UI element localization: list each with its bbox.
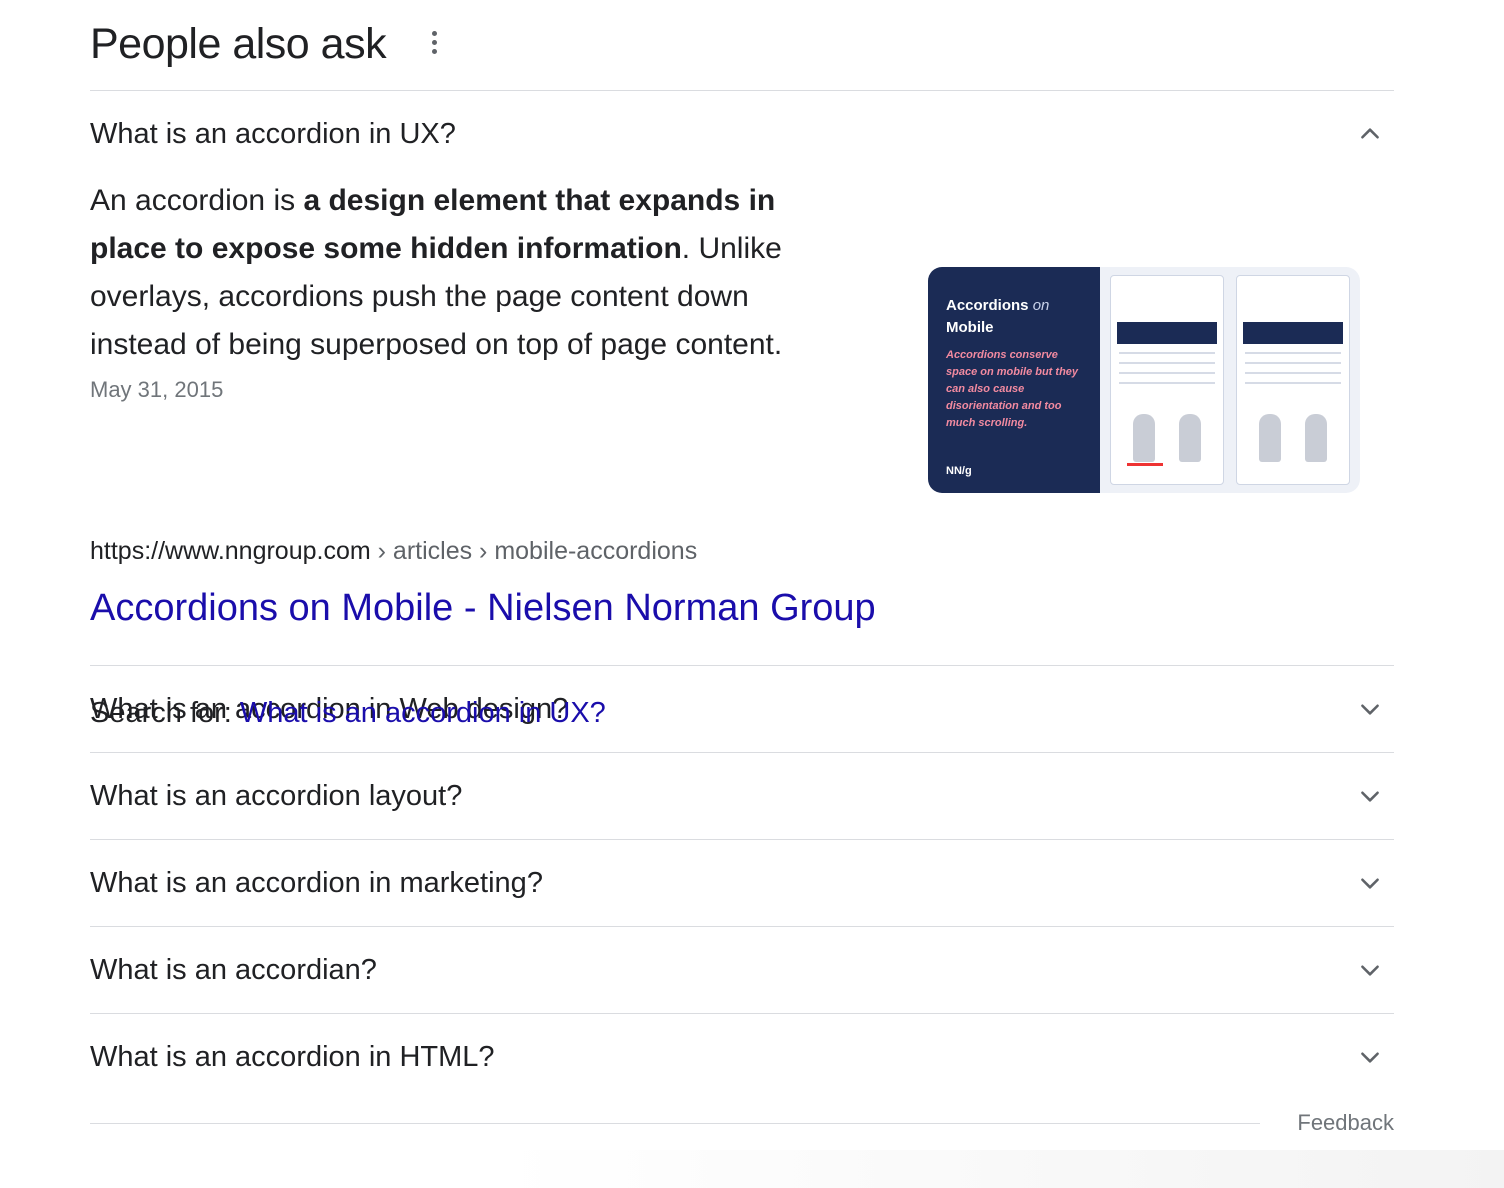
chevron-down-icon[interactable]: [1356, 782, 1384, 810]
expanded-question-row[interactable]: What is an accordion in UX?: [90, 91, 1394, 177]
thumbnail-title-on: on: [1032, 297, 1050, 314]
result-title-link[interactable]: Accordions on Mobile - Nielsen Norman Gr…: [90, 587, 876, 630]
chevron-down-icon[interactable]: [1356, 1043, 1384, 1071]
chevron-down-icon[interactable]: [1356, 695, 1384, 723]
people-also-ask: People also ask What is an accordion in …: [90, 0, 1394, 1100]
result-domain: https://www.nngroup.com: [90, 537, 371, 565]
thumbnail-title-main: Accordions: [946, 297, 1029, 314]
feedback-link[interactable]: Feedback: [1297, 1110, 1394, 1136]
question-text: What is an accordion in HTML?: [90, 1040, 495, 1073]
answer-snippet: An accordion is a design element that ex…: [90, 177, 850, 369]
phone-mockup: [1236, 275, 1350, 485]
nng-logo: NN/g: [946, 465, 972, 477]
chevron-up-icon[interactable]: [1356, 120, 1384, 148]
expanded-question-text: What is an accordion in UX?: [90, 117, 456, 150]
thumbnail-title: Accordions on Mobile: [946, 295, 1084, 339]
question-row[interactable]: What is an accordian?: [90, 927, 1394, 1014]
result-breadcrumb: › articles › mobile-accordions: [370, 537, 698, 565]
phone-mockup: [1110, 275, 1224, 485]
thumbnail-screens: [1100, 267, 1360, 493]
answer-panel: An accordion is a design element that ex…: [90, 177, 1394, 729]
paa-title: People also ask: [90, 19, 387, 68]
question-text: What is an accordion in marketing?: [90, 866, 543, 899]
more-vert-icon[interactable]: [424, 27, 444, 57]
paa-header: People also ask: [90, 0, 1394, 91]
bottom-shadow: [500, 1150, 1504, 1188]
question-text: What is an accordion layout?: [90, 779, 463, 812]
search-for-link[interactable]: What is an accordion in UX?: [240, 697, 606, 729]
search-for: Search for: What is an accordion in UX?: [90, 697, 606, 730]
thumbnail-subtitle: Accordions conserve space on mobile but …: [946, 349, 1079, 429]
result-thumbnail[interactable]: Accordions on Mobile Accordions conserve …: [928, 267, 1360, 493]
search-for-label: Search for:: [90, 697, 240, 729]
question-row[interactable]: What is an accordion in marketing?: [90, 840, 1394, 927]
footer-divider: [90, 1123, 1260, 1124]
question-text: What is an accordian?: [90, 953, 377, 986]
answer-prefix: An accordion is: [90, 184, 304, 217]
paa-footer: Feedback: [90, 1108, 1394, 1140]
thumbnail-cover: Accordions on Mobile Accordions conserve …: [928, 267, 1100, 493]
question-row[interactable]: What is an accordion in HTML?: [90, 1014, 1394, 1100]
chevron-down-icon[interactable]: [1356, 869, 1384, 897]
thumbnail-title-line2: Mobile: [946, 319, 994, 336]
question-row[interactable]: What is an accordion layout?: [90, 753, 1394, 840]
result-url: https://www.nngroup.com › articles › mob…: [90, 537, 697, 566]
answer-date: May 31, 2015: [90, 377, 224, 402]
chevron-down-icon[interactable]: [1356, 956, 1384, 984]
question-list: What is an accordion in Web design? What…: [90, 665, 1394, 1100]
